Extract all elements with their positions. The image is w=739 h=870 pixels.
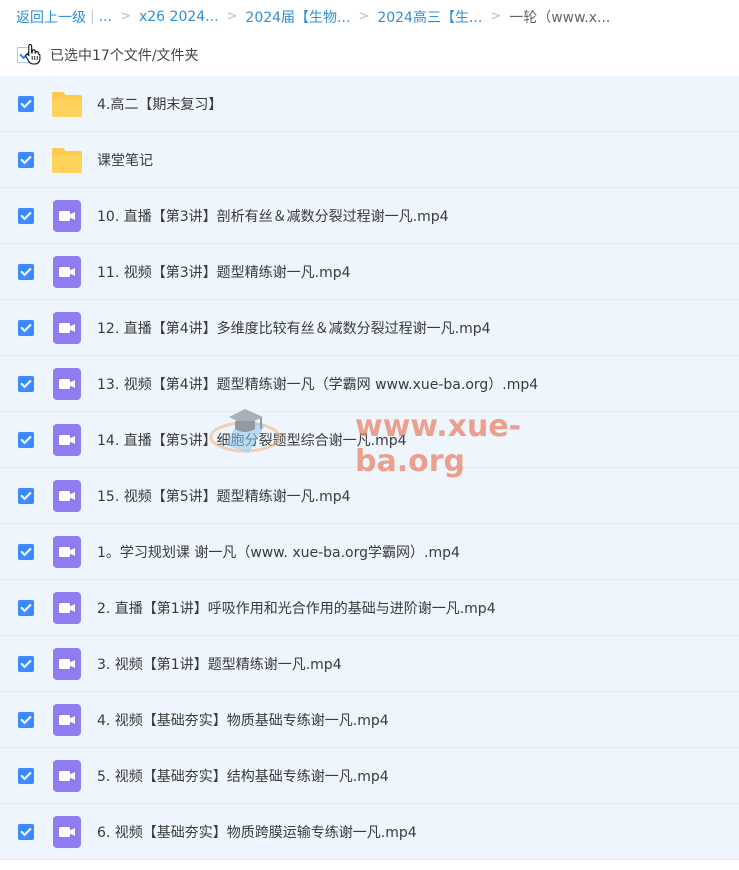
file-name: 1。学习规划课 谢一凡（www. xue-ba.org学霸网）.mp4 <box>97 544 460 561</box>
list-item[interactable]: 3. 视频【第1讲】题型精练谢一凡.mp4 <box>0 636 739 692</box>
file-name: 4. 视频【基础夯实】物质基础专练谢一凡.mp4 <box>97 712 389 729</box>
video-file-icon <box>51 479 83 512</box>
list-item[interactable]: 10. 直播【第3讲】剖析有丝＆减数分裂过程谢一凡.mp4 <box>0 188 739 244</box>
file-name: 6. 视频【基础夯实】物质跨膜运输专练谢一凡.mp4 <box>97 824 417 841</box>
list-item[interactable]: 14. 直播【第5讲】细胞分裂题型综合谢一凡.mp4 <box>0 412 739 468</box>
row-checkbox[interactable] <box>18 95 34 112</box>
breadcrumb-divider: | <box>90 8 95 25</box>
file-list: 4.高二【期末复习】 课堂笔记 10. 直播【第3讲】剖析有丝＆减数分裂过程谢一… <box>0 76 739 860</box>
breadcrumb: 返回上一级 | ... > x26 2024... > 2024届【生物... … <box>0 0 739 33</box>
list-item[interactable]: 15. 视频【第5讲】题型精练谢一凡.mp4 <box>0 468 739 524</box>
hand-cursor-icon <box>25 43 41 65</box>
chevron-right-icon: > <box>358 9 370 24</box>
breadcrumb-current: 一轮（www.x... <box>509 9 611 26</box>
list-item[interactable]: 13. 视频【第4讲】题型精练谢一凡（学霸网 www.xue-ba.org）.m… <box>0 356 739 412</box>
file-name: 15. 视频【第5讲】题型精练谢一凡.mp4 <box>97 488 351 505</box>
video-file-icon <box>51 591 83 624</box>
list-item[interactable]: 6. 视频【基础夯实】物质跨膜运输专练谢一凡.mp4 <box>0 804 739 860</box>
video-file-icon <box>51 535 83 568</box>
breadcrumb-item-1[interactable]: x26 2024... <box>139 9 219 25</box>
folder-icon <box>51 144 83 176</box>
file-name: 5. 视频【基础夯实】结构基础专练谢一凡.mp4 <box>97 768 389 785</box>
breadcrumb-item-3[interactable]: 2024高三【生... <box>377 7 482 27</box>
chevron-right-icon: > <box>490 9 502 24</box>
row-checkbox[interactable] <box>18 599 34 616</box>
video-file-icon <box>51 199 83 232</box>
list-item[interactable]: 11. 视频【第3讲】题型精练谢一凡.mp4 <box>0 244 739 300</box>
row-checkbox[interactable] <box>18 711 34 728</box>
list-item[interactable]: 4. 视频【基础夯实】物质基础专练谢一凡.mp4 <box>0 692 739 748</box>
breadcrumb-ellipsis[interactable]: ... <box>99 9 112 25</box>
video-file-icon <box>51 367 83 400</box>
file-name: 4.高二【期末复习】 <box>97 96 223 113</box>
row-checkbox[interactable] <box>18 487 34 504</box>
back-link[interactable]: 返回上一级 <box>16 7 86 27</box>
chevron-right-icon: > <box>226 9 238 24</box>
file-name: 2. 直播【第1讲】呼吸作用和光合作用的基础与进阶谢一凡.mp4 <box>97 600 496 617</box>
list-item[interactable]: 4.高二【期末复习】 <box>0 76 739 132</box>
video-file-icon <box>51 647 83 680</box>
list-item[interactable]: 课堂笔记 <box>0 132 739 188</box>
row-checkbox[interactable] <box>18 767 34 784</box>
file-name: 13. 视频【第4讲】题型精练谢一凡（学霸网 www.xue-ba.org）.m… <box>97 376 539 393</box>
video-file-icon <box>51 815 83 848</box>
file-name: 课堂笔记 <box>97 152 153 169</box>
list-item[interactable]: 1。学习规划课 谢一凡（www. xue-ba.org学霸网）.mp4 <box>0 524 739 580</box>
row-checkbox[interactable] <box>18 319 34 336</box>
video-file-icon <box>51 255 83 288</box>
file-name: 12. 直播【第4讲】多维度比较有丝＆减数分裂过程谢一凡.mp4 <box>97 320 491 337</box>
row-checkbox[interactable] <box>18 263 34 280</box>
file-name: 3. 视频【第1讲】题型精练谢一凡.mp4 <box>97 656 342 673</box>
row-checkbox[interactable] <box>18 431 34 448</box>
row-checkbox[interactable] <box>18 655 34 672</box>
video-file-icon <box>51 311 83 344</box>
video-file-icon <box>51 423 83 456</box>
list-item[interactable]: 2. 直播【第1讲】呼吸作用和光合作用的基础与进阶谢一凡.mp4 <box>0 580 739 636</box>
video-file-icon <box>51 759 83 792</box>
file-name: 14. 直播【第5讲】细胞分裂题型综合谢一凡.mp4 <box>97 432 407 449</box>
list-item[interactable]: 5. 视频【基础夯实】结构基础专练谢一凡.mp4 <box>0 748 739 804</box>
folder-icon <box>51 88 83 120</box>
selection-bar: 已选中17个文件/文件夹 <box>0 33 739 76</box>
row-checkbox[interactable] <box>18 375 34 392</box>
list-item[interactable]: 12. 直播【第4讲】多维度比较有丝＆减数分裂过程谢一凡.mp4 <box>0 300 739 356</box>
video-file-icon <box>51 703 83 736</box>
row-checkbox[interactable] <box>18 543 34 560</box>
chevron-right-icon: > <box>120 9 131 24</box>
row-checkbox[interactable] <box>18 823 34 840</box>
selection-count: 已选中17个文件/文件夹 <box>50 47 199 64</box>
breadcrumb-item-2[interactable]: 2024届【生物... <box>245 7 350 27</box>
row-checkbox[interactable] <box>18 207 34 224</box>
row-checkbox[interactable] <box>18 151 34 168</box>
file-name: 11. 视频【第3讲】题型精练谢一凡.mp4 <box>97 264 351 281</box>
file-name: 10. 直播【第3讲】剖析有丝＆减数分裂过程谢一凡.mp4 <box>97 208 449 225</box>
